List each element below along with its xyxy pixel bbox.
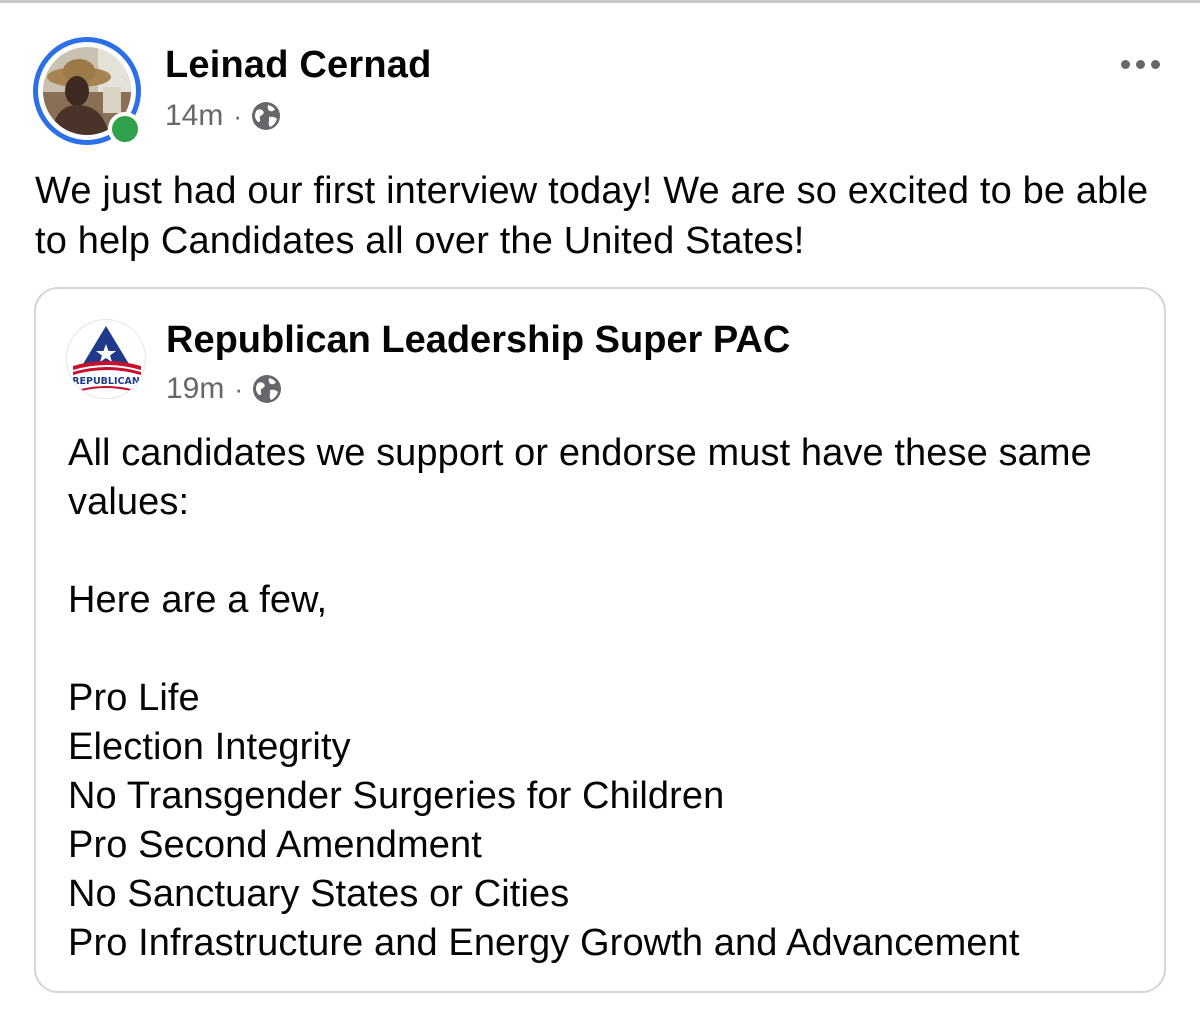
shared-post-lead: Here are a few, — [68, 579, 328, 621]
post-timestamp[interactable]: 14m — [165, 99, 223, 133]
shared-post-intro: All candidates we support or endorse mus… — [68, 432, 1092, 523]
shared-post-meta: 19m · — [166, 369, 283, 409]
author-name[interactable]: Leinad Cernad — [165, 44, 432, 87]
list-item: No Sanctuary States or Cities — [68, 873, 570, 915]
values-list: Pro Life Election Integrity No Transgend… — [68, 674, 1128, 968]
shared-post-timestamp[interactable]: 19m — [166, 372, 224, 406]
list-item: Pro Second Amendment — [68, 824, 482, 866]
online-status-dot — [108, 112, 142, 146]
more-options-icon — [1120, 59, 1130, 69]
globe-icon[interactable] — [250, 100, 282, 132]
globe-icon[interactable] — [251, 373, 283, 405]
list-item: Pro Infrastructure and Energy Growth and… — [68, 922, 1020, 964]
list-item: No Transgender Surgeries for Children — [68, 775, 725, 817]
more-options-dot — [1150, 59, 1160, 69]
pac-logo-text: REPUBLICAN — [72, 376, 140, 387]
pac-logo-avatar[interactable]: REPUBLICAN — [66, 319, 146, 399]
pac-page-name[interactable]: Republican Leadership Super PAC — [166, 319, 790, 362]
post-text: We just had our first interview today! W… — [35, 170, 1149, 262]
post-meta: 14m · — [165, 96, 282, 136]
meta-separator: · — [233, 100, 243, 131]
shared-post-card[interactable]: REPUBLICAN Republican Leadership Super P… — [34, 287, 1166, 993]
shared-post-body: All candidates we support or endorse mus… — [68, 429, 1128, 968]
more-options-button[interactable] — [1110, 46, 1170, 82]
meta-separator: · — [234, 373, 244, 404]
list-item: Election Integrity — [68, 726, 351, 768]
more-options-dot — [1135, 59, 1145, 69]
list-item: Pro Life — [68, 677, 200, 719]
top-divider — [0, 0, 1200, 3]
pac-logo: REPUBLICAN — [67, 320, 145, 398]
